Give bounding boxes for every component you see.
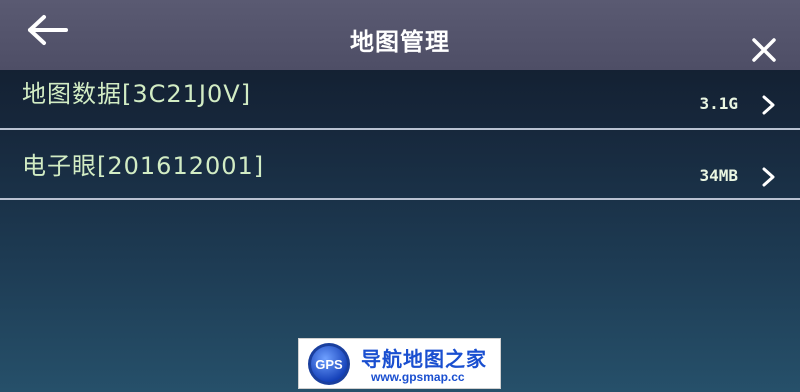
list-item-label: 地图数据[3C21J0V] bbox=[22, 80, 252, 108]
gps-logo-text: GPS bbox=[315, 357, 343, 372]
gps-logo-icon: GPS bbox=[308, 343, 350, 385]
list-item-size: 3.1G bbox=[699, 94, 738, 113]
chevron-right-icon bbox=[762, 167, 775, 187]
watermark: GPS 导航地图之家 www.gpsmap.cc bbox=[298, 338, 501, 389]
list-item-map-data[interactable]: 地图数据[3C21J0V] 3.1G bbox=[0, 64, 800, 126]
divider bbox=[0, 128, 800, 130]
list-item-size: 34MB bbox=[699, 166, 738, 185]
divider bbox=[0, 198, 800, 200]
watermark-url: www.gpsmap.cc bbox=[371, 370, 465, 384]
close-icon bbox=[752, 38, 776, 62]
chevron-right-icon bbox=[762, 95, 775, 115]
header-bar: 地图管理 bbox=[0, 0, 800, 70]
watermark-title: 导航地图之家 bbox=[361, 347, 487, 371]
list-item-speed-camera[interactable]: 电子眼[201612001] 34MB bbox=[0, 136, 800, 198]
page-title: 地图管理 bbox=[350, 28, 450, 56]
list-item-label: 电子眼[201612001] bbox=[22, 152, 265, 180]
